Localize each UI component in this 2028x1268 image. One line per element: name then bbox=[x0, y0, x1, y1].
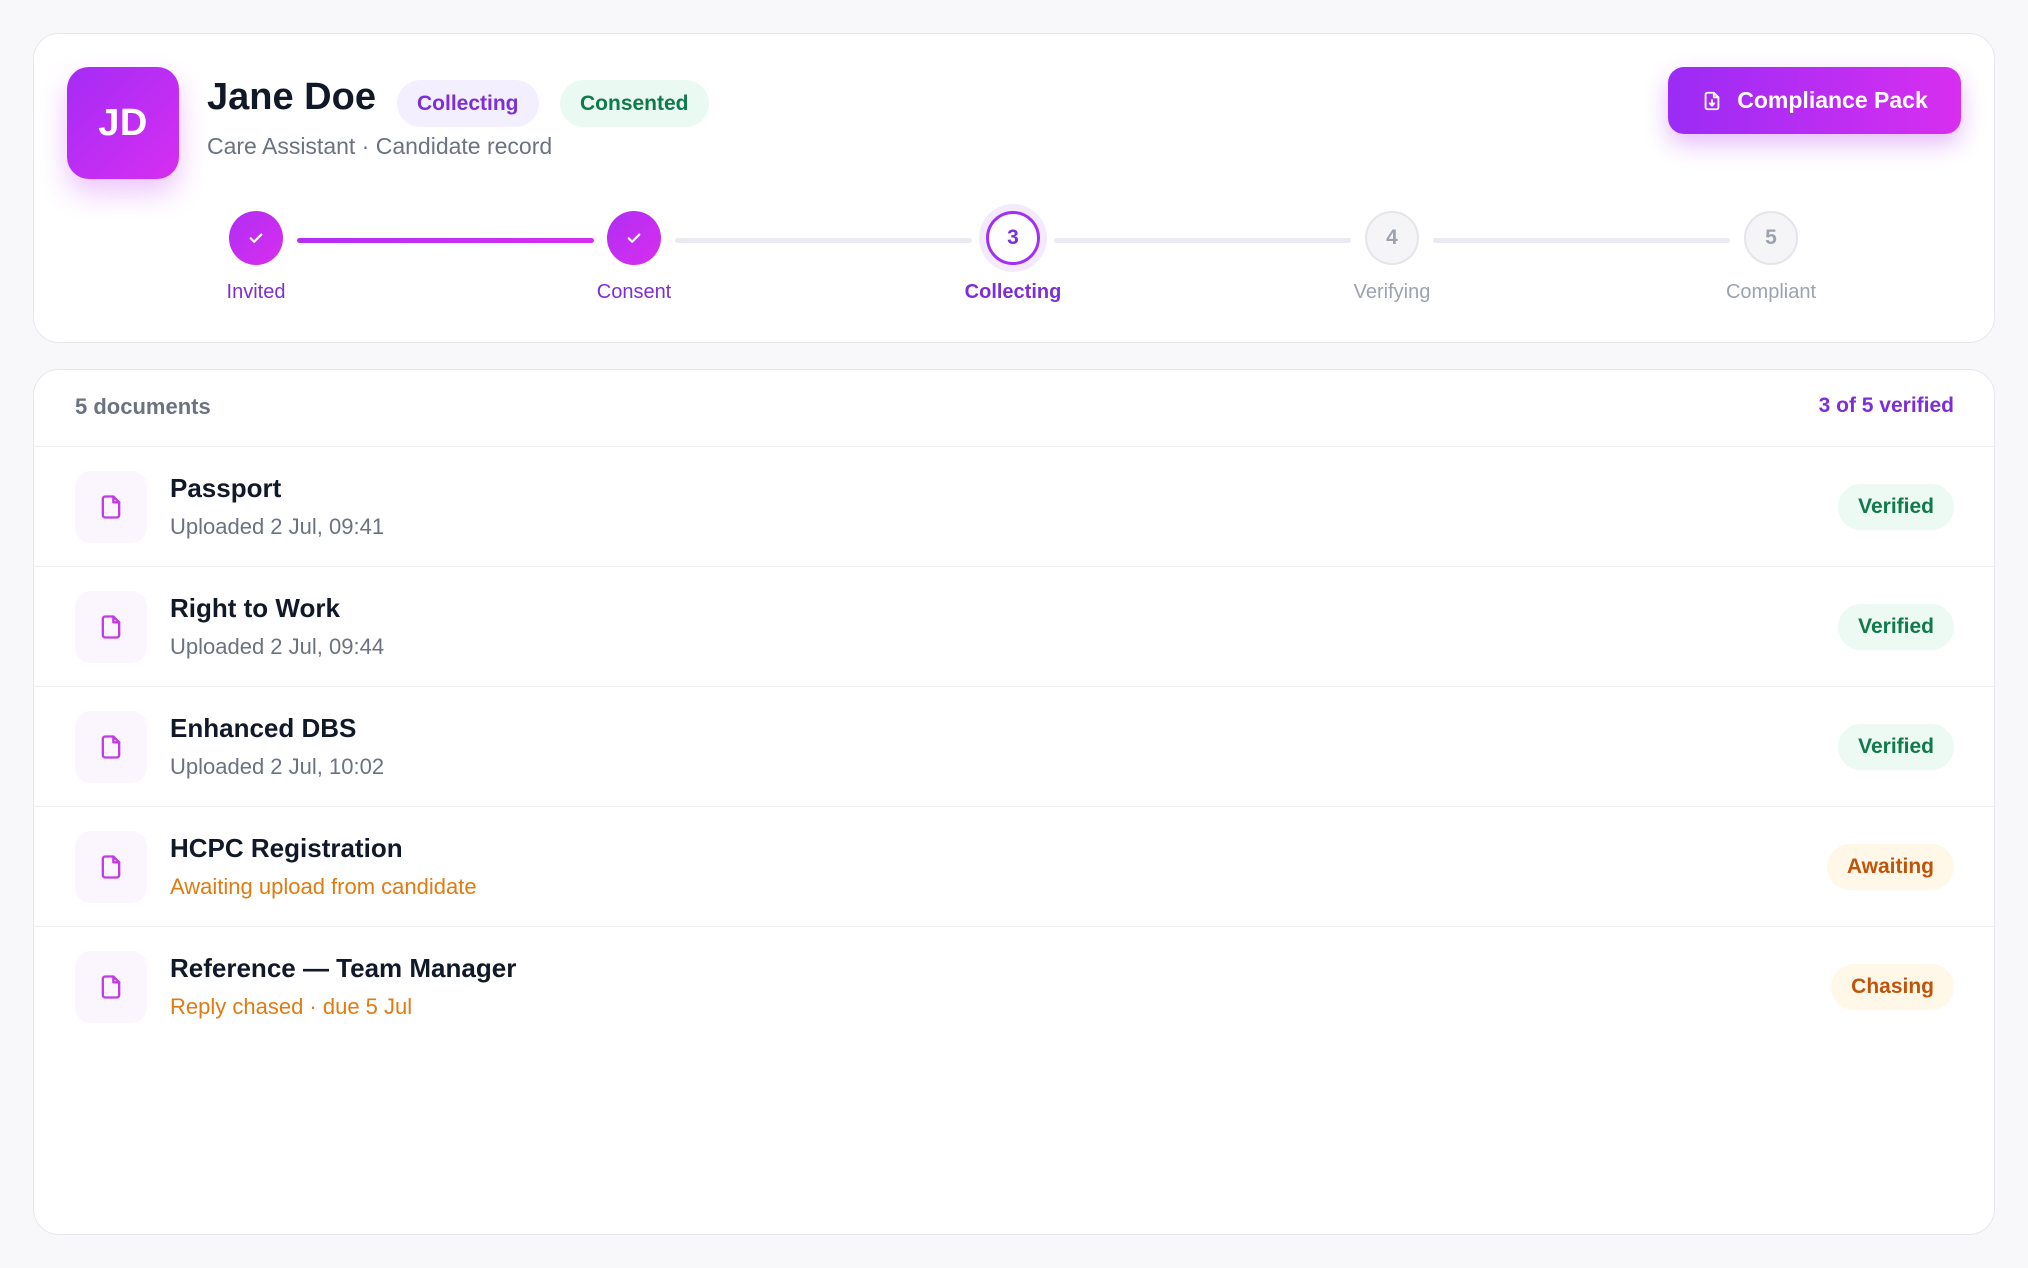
document-status-badge: Chasing bbox=[1831, 964, 1954, 1010]
candidate-subtitle: Care Assistant · Candidate record bbox=[207, 133, 553, 159]
document-row-hcpc-registration[interactable]: HCPC Registration Awaiting upload from c… bbox=[34, 807, 1994, 927]
document-title: Enhanced DBS bbox=[170, 713, 357, 743]
step-connector-4 bbox=[1433, 238, 1730, 243]
document-row-right-to-work[interactable]: Right to Work Uploaded 2 Jul, 09:44 Veri… bbox=[34, 567, 1994, 687]
avatar: JD bbox=[67, 67, 179, 179]
compliance-pack-label: Compliance Pack bbox=[1737, 87, 1928, 113]
step-compliant-label: Compliant bbox=[1725, 281, 1817, 303]
document-title: HCPC Registration bbox=[170, 833, 403, 863]
step-connector-1 bbox=[297, 238, 594, 243]
step-compliant-circle: 5 bbox=[1744, 211, 1798, 265]
candidate-header-card: JD Jane Doe Collecting Consented Care As… bbox=[33, 33, 1995, 343]
check-icon bbox=[249, 233, 263, 243]
document-title: Passport bbox=[170, 473, 282, 503]
document-icon bbox=[75, 711, 147, 783]
document-status-badge: Verified bbox=[1838, 604, 1954, 650]
step-verifying-circle: 4 bbox=[1365, 211, 1419, 265]
document-icon bbox=[75, 591, 147, 663]
document-status-badge: Verified bbox=[1838, 724, 1954, 770]
documents-verified-count: 3 of 5 verified bbox=[1818, 394, 1954, 417]
documents-header: 5 documents 3 of 5 verified bbox=[34, 370, 1994, 447]
document-subtitle: Uploaded 2 Jul, 10:02 bbox=[170, 754, 385, 779]
document-row-enhanced-dbs[interactable]: Enhanced DBS Uploaded 2 Jul, 10:02 Verif… bbox=[34, 687, 1994, 807]
step-invited-label: Invited bbox=[226, 281, 286, 303]
step-invited-circle bbox=[229, 211, 283, 265]
compliance-pack-button[interactable]: Compliance Pack bbox=[1668, 67, 1961, 134]
document-icon bbox=[75, 951, 147, 1023]
document-status-badge: Verified bbox=[1838, 484, 1954, 530]
check-icon bbox=[627, 233, 641, 243]
status-badge: Collecting bbox=[397, 80, 539, 127]
candidate-name: Jane Doe bbox=[207, 76, 376, 118]
document-subtitle: Reply chased · due 5 Jul bbox=[170, 994, 413, 1019]
step-connector-3 bbox=[1054, 238, 1351, 243]
document-icon bbox=[75, 471, 147, 543]
step-connector-2 bbox=[675, 238, 972, 243]
document-status-badge: Awaiting bbox=[1826, 844, 1954, 890]
step-collecting-circle: 3 bbox=[986, 211, 1040, 265]
document-subtitle: Uploaded 2 Jul, 09:41 bbox=[170, 514, 385, 539]
step-verifying-label: Verifying bbox=[1353, 281, 1431, 303]
document-row-reference[interactable]: Reference — Team Manager Reply chased · … bbox=[34, 927, 1994, 1047]
step-consent-label: Consent bbox=[596, 281, 672, 303]
file-download-icon bbox=[1701, 90, 1723, 112]
documents-count: 5 documents bbox=[75, 394, 211, 419]
document-title: Reference — Team Manager bbox=[170, 953, 517, 983]
step-collecting-label: Collecting bbox=[964, 281, 1062, 303]
document-title: Right to Work bbox=[170, 593, 340, 623]
document-subtitle: Awaiting upload from candidate bbox=[170, 874, 477, 899]
consent-badge: Consented bbox=[560, 80, 709, 127]
step-consent-circle bbox=[607, 211, 661, 265]
document-icon bbox=[75, 831, 147, 903]
documents-card: 5 documents 3 of 5 verified Passport Upl… bbox=[33, 369, 1995, 1235]
document-subtitle: Uploaded 2 Jul, 09:44 bbox=[170, 634, 385, 659]
document-row-passport[interactable]: Passport Uploaded 2 Jul, 09:41 Verified bbox=[34, 447, 1994, 567]
